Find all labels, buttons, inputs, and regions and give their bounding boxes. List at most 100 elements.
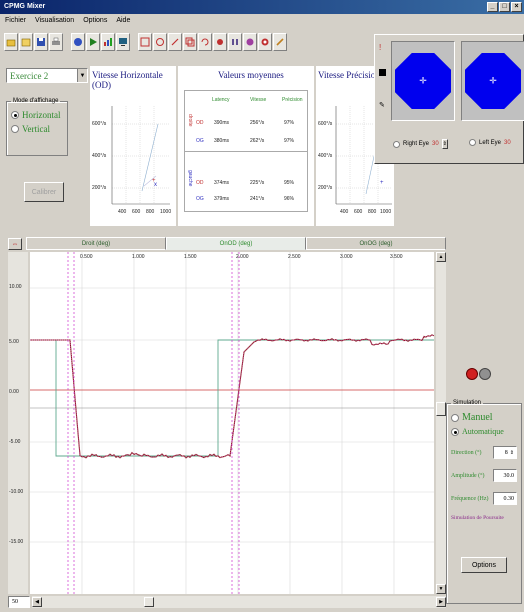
radio-label: Manuel	[462, 412, 493, 423]
copy-icon[interactable]	[183, 33, 197, 51]
zoom-toggle-icon[interactable]: ⇔	[8, 238, 22, 250]
y-tick: -10.00	[9, 489, 24, 495]
simulation-manual-radio[interactable]: Manuel	[451, 412, 517, 423]
save-icon[interactable]	[34, 33, 48, 51]
row-eye: OG	[196, 196, 204, 202]
pen-icon[interactable]	[273, 33, 287, 51]
eye-icon[interactable]	[71, 33, 85, 51]
menu-options[interactable]: Options	[83, 17, 107, 24]
monitor-icon[interactable]	[116, 33, 130, 51]
tab-right[interactable]: Droit (deg)	[26, 237, 166, 250]
settings-icon[interactable]	[258, 33, 272, 51]
record-icon[interactable]	[213, 33, 227, 51]
direction-field: Direction (°) 8 ⇕	[451, 446, 517, 459]
play-icon[interactable]	[86, 33, 100, 51]
row-latency: 374ms	[214, 180, 230, 186]
minimize-button[interactable]: _	[487, 2, 498, 12]
tab-og[interactable]: OnOG (deg)	[306, 237, 446, 250]
calibrate-button[interactable]: Calibrer	[24, 182, 64, 202]
left-eye-label: Left Eye	[479, 139, 502, 146]
field-label: Amplitude (°)	[451, 472, 485, 479]
y-tick: 400°/s	[318, 153, 333, 159]
toolbar	[0, 28, 380, 56]
scroll-right-icon[interactable]: ▶	[436, 597, 446, 607]
y-tick: 5.00	[9, 339, 19, 345]
zoom-select[interactable]: 50	[8, 596, 30, 608]
y-tick: 200°/s	[318, 185, 333, 191]
row-velocity: 256°/s	[250, 120, 265, 126]
amplitude-input[interactable]: 30.0	[493, 469, 517, 482]
edit-icon[interactable]	[168, 33, 182, 51]
radio-selected-icon	[393, 140, 400, 148]
record-square-icon[interactable]	[379, 69, 386, 76]
chevron-down-icon: ▼	[77, 69, 87, 82]
window-title: CPMG Mixer	[4, 3, 46, 10]
menu-file[interactable]: Fichier	[5, 17, 26, 24]
scroll-up-icon[interactable]: ▲	[436, 252, 446, 262]
main-chart-canvas[interactable]: 0.500 1.000 1.500 2.000 2.500 3.000 3.50…	[30, 252, 435, 594]
menu-help[interactable]: Aide	[116, 17, 130, 24]
radio-icon	[451, 413, 459, 422]
row-latency: 390ms	[214, 120, 230, 126]
row-precision: 96%	[284, 196, 295, 202]
simulation-note: Simulation de Poursuite	[451, 515, 504, 521]
print-icon[interactable]	[49, 33, 63, 51]
menu-view[interactable]: Visualisation	[35, 17, 74, 24]
exercise-value: Exercice 2	[10, 70, 49, 81]
scroll-thumb[interactable]	[144, 597, 154, 607]
chart-icon[interactable]	[101, 33, 115, 51]
right-eye-option[interactable]: Right Eye 30 ⇕	[393, 139, 448, 149]
mode-horizontal-radio[interactable]: Horizontal	[11, 110, 63, 120]
target-icon[interactable]	[153, 33, 167, 51]
folder-open-icon[interactable]	[4, 33, 18, 51]
main-chart-plot	[30, 252, 435, 594]
mode-vertical-radio[interactable]: Vertical	[11, 124, 63, 134]
spin-icon[interactable]: ⇕	[441, 139, 448, 149]
group-label-right: droite	[187, 114, 193, 127]
svg-text:x: x	[154, 182, 157, 188]
simulation-auto-radio[interactable]: Automatique	[451, 427, 517, 436]
horizontal-scrollbar[interactable]: ◀ ▶	[32, 596, 446, 608]
maximize-button[interactable]: □	[499, 2, 510, 12]
crosshair-icon: ✛	[419, 75, 427, 86]
scroll-thumb[interactable]	[436, 402, 446, 416]
time-tick: 1.500	[184, 254, 197, 260]
folder-icon[interactable]	[19, 33, 33, 51]
right-eye-view: ✛	[391, 41, 455, 121]
stop-button-icon[interactable]	[479, 368, 491, 380]
close-button[interactable]: ×	[511, 2, 522, 12]
x-tick: 400	[118, 209, 127, 215]
scroll-left-icon[interactable]: ◀	[32, 597, 42, 607]
eye-test-icon[interactable]	[243, 33, 257, 51]
record-controls	[466, 368, 491, 380]
svg-text:+: +	[380, 180, 384, 186]
frequency-field: Fréquence (Hz) 0.30	[451, 492, 517, 505]
direction-input[interactable]: 8 ⇕	[493, 446, 517, 459]
frequency-input[interactable]: 0.30	[493, 492, 517, 505]
vertical-scrollbar[interactable]: ▲ ▼	[436, 252, 446, 594]
spin-icon[interactable]: ⇕	[510, 450, 514, 456]
calibrate-icon[interactable]	[138, 33, 152, 51]
y-tick: 600°/s	[92, 121, 107, 127]
left-eye-octagon: ✛	[465, 53, 521, 109]
options-button[interactable]: Options	[461, 557, 507, 573]
pause-icon[interactable]	[228, 33, 242, 51]
scroll-down-icon[interactable]: ▼	[436, 584, 446, 594]
left-eye-option[interactable]: Left Eye 30	[469, 139, 511, 146]
exercise-select[interactable]: Exercice 2 ▼	[6, 68, 88, 83]
y-tick: -5.00	[9, 439, 21, 445]
right-eye-octagon: ✛	[395, 53, 451, 109]
header-velocity: Vitesse	[250, 97, 267, 103]
radio-icon	[11, 125, 19, 133]
rotate-icon[interactable]	[198, 33, 212, 51]
x-tick: 1000	[160, 209, 172, 215]
time-tick: 3.000	[340, 254, 353, 260]
y-tick: 10.00	[9, 284, 22, 290]
record-button-icon[interactable]	[466, 368, 478, 380]
tab-od[interactable]: OnOD (deg)	[166, 237, 306, 250]
right-eye-label: Right Eye	[403, 141, 430, 147]
radio-icon	[469, 139, 476, 146]
alert-icon: !	[379, 43, 382, 52]
pen-icon[interactable]: ✎	[379, 101, 385, 109]
menu-bar: Fichier Visualisation Options Aide	[0, 14, 524, 27]
